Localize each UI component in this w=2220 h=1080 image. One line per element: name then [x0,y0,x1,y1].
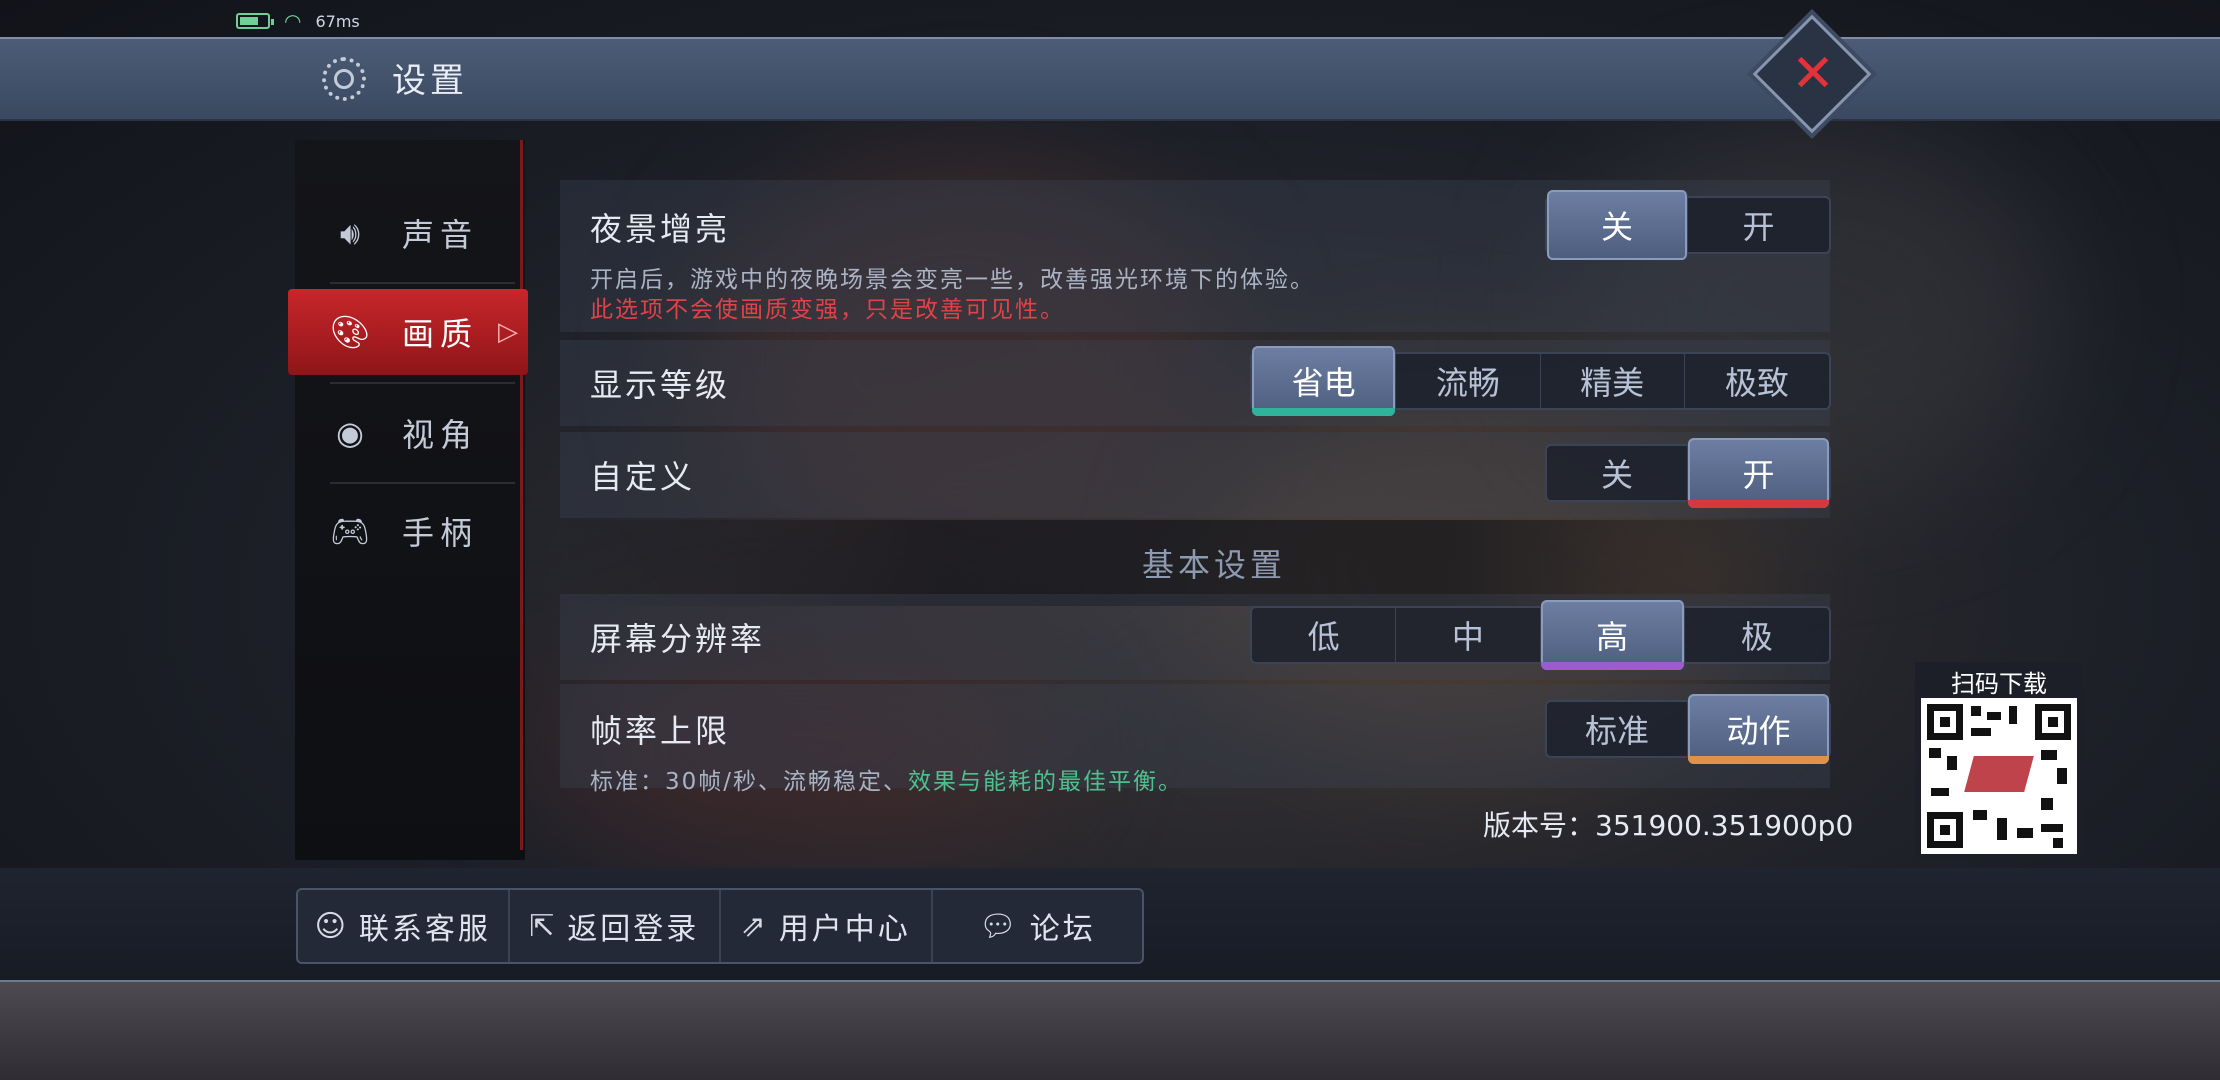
option-label: 省电 [1291,364,1356,402]
sidebar-item-label: 画质 [402,315,479,353]
selected-indicator [1688,756,1829,764]
section-title-basic: 基本设置 [1142,546,1287,584]
gamepad-icon: 🎮︎ [329,512,371,550]
custom-title: 自定义 [590,458,696,496]
frame-limit-title: 帧率上限 [590,712,731,750]
support-icon: ☺ [314,908,349,944]
wifi-icon: ◠ [284,9,302,33]
resolution-option-high[interactable]: 高 [1540,600,1685,670]
resolution-selector: 低 中 高 极 [1250,600,1831,670]
resolution-option-low[interactable]: 低 [1252,608,1397,662]
night-boost-title: 夜景增亮 [590,210,731,248]
custom-toggle: 关 开 [1545,438,1831,508]
background-floor [0,982,2220,1080]
button-label: 论坛 [1029,912,1096,947]
sidebar-separator [330,282,515,284]
option-label: 动作 [1726,712,1791,750]
resolution-option-ultra[interactable]: 极 [1685,608,1829,662]
display-level-selector: 省电 流畅 精美 极致 [1250,346,1831,416]
qr-download: 扫码下载 [1915,662,2083,858]
sidebar-separator [330,482,515,484]
version-text: 版本号：351900.351900p0 [1483,809,1854,842]
display-level-title: 显示等级 [590,366,731,404]
display-level-option-smooth[interactable]: 流畅 [1396,354,1541,408]
button-label: 返回登录 [567,912,700,947]
qr-code [1921,698,2077,854]
frame-limit-standard-button[interactable]: 标准 [1547,702,1689,756]
sidebar-item-graphics[interactable]: 🎨︎ 画质 ▷ [288,289,528,375]
chevron-right-icon: ▷ [498,317,518,347]
selected-indicator [1688,500,1829,508]
display-level-option-ultimate[interactable]: 极致 [1685,354,1829,408]
custom-off-button[interactable]: 关 [1547,446,1689,500]
selected-indicator [1252,408,1396,416]
logout-icon: ⇱ [529,908,558,944]
frame-limit-toggle: 标准 动作 [1545,694,1831,764]
gear-icon [322,57,366,101]
forum-icon: 💬︎ [978,908,1020,944]
frame-limit-desc-highlight: 效果与能耗的最佳平衡。 [908,769,1184,795]
paint-brush-icon: 🎨︎ [329,313,371,351]
sidebar-item-view[interactable]: ◉ 视角 [288,390,528,476]
resolution-title: 屏幕分辨率 [590,620,766,658]
contact-support-button[interactable]: ☺ 联系客服 [298,890,510,962]
option-label: 高 [1596,618,1629,656]
option-label: 开 [1742,456,1775,494]
night-boost-off-button[interactable]: 关 [1547,190,1689,260]
custom-on-button[interactable]: 开 [1688,438,1829,508]
selected-indicator [1540,662,1684,670]
sidebar-item-label: 手柄 [402,514,479,552]
night-boost-desc: 开启后，游戏中的夜晚场景会变亮一些，改善强光环境下的体验。 [590,267,1315,293]
sidebar-item-label: 视角 [402,416,479,454]
forum-button[interactable]: 💬︎ 论坛 [933,890,1143,962]
battery-icon [236,13,274,29]
sidebar-separator [330,382,515,384]
sidebar-item-gamepad[interactable]: 🎮︎ 手柄 [288,488,528,574]
resolution-option-medium[interactable]: 中 [1396,608,1541,662]
user-center-button[interactable]: ⇗ 用户中心 [721,890,933,962]
footer-button-group: ☺ 联系客服 ⇱ 返回登录 ⇗ 用户中心 💬︎ 论坛 [296,888,1144,964]
latency-text: 67ms [315,11,360,31]
page-title: 设置 [392,61,468,101]
qr-label: 扫码下载 [1951,670,2047,698]
frame-limit-action-button[interactable]: 动作 [1688,694,1829,764]
status-bar: ◠ 67ms [236,8,360,34]
user-center-icon: ⇗ [740,908,769,944]
button-label: 用户中心 [778,912,911,947]
display-level-option-fine[interactable]: 精美 [1541,354,1685,408]
button-label: 联系客服 [358,912,491,947]
eye-icon: ◉ [336,414,364,452]
header-bar: 设置 [0,37,2220,121]
close-icon[interactable]: ✕ [1785,46,1841,102]
speaker-icon: 🔊︎ [339,213,361,252]
frame-limit-desc: 标准：30帧/秒、流畅稳定、效果与能耗的最佳平衡。 [590,762,1183,796]
night-boost-warning: 此选项不会使画质变强，只是改善可见性。 [590,297,1065,323]
game-logo [1964,756,2034,792]
display-level-option-power-save[interactable]: 省电 [1252,346,1397,416]
sidebar-item-label: 声音 [402,216,479,254]
night-boost-toggle: 关 开 [1545,190,1831,260]
back-to-login-button[interactable]: ⇱ 返回登录 [510,890,721,962]
frame-limit-desc-text: 标准：30帧/秒、流畅稳定、 [590,769,909,795]
night-boost-on-button[interactable]: 开 [1688,198,1829,252]
sidebar-item-sound[interactable]: 🔊︎ 声音 [288,190,528,276]
